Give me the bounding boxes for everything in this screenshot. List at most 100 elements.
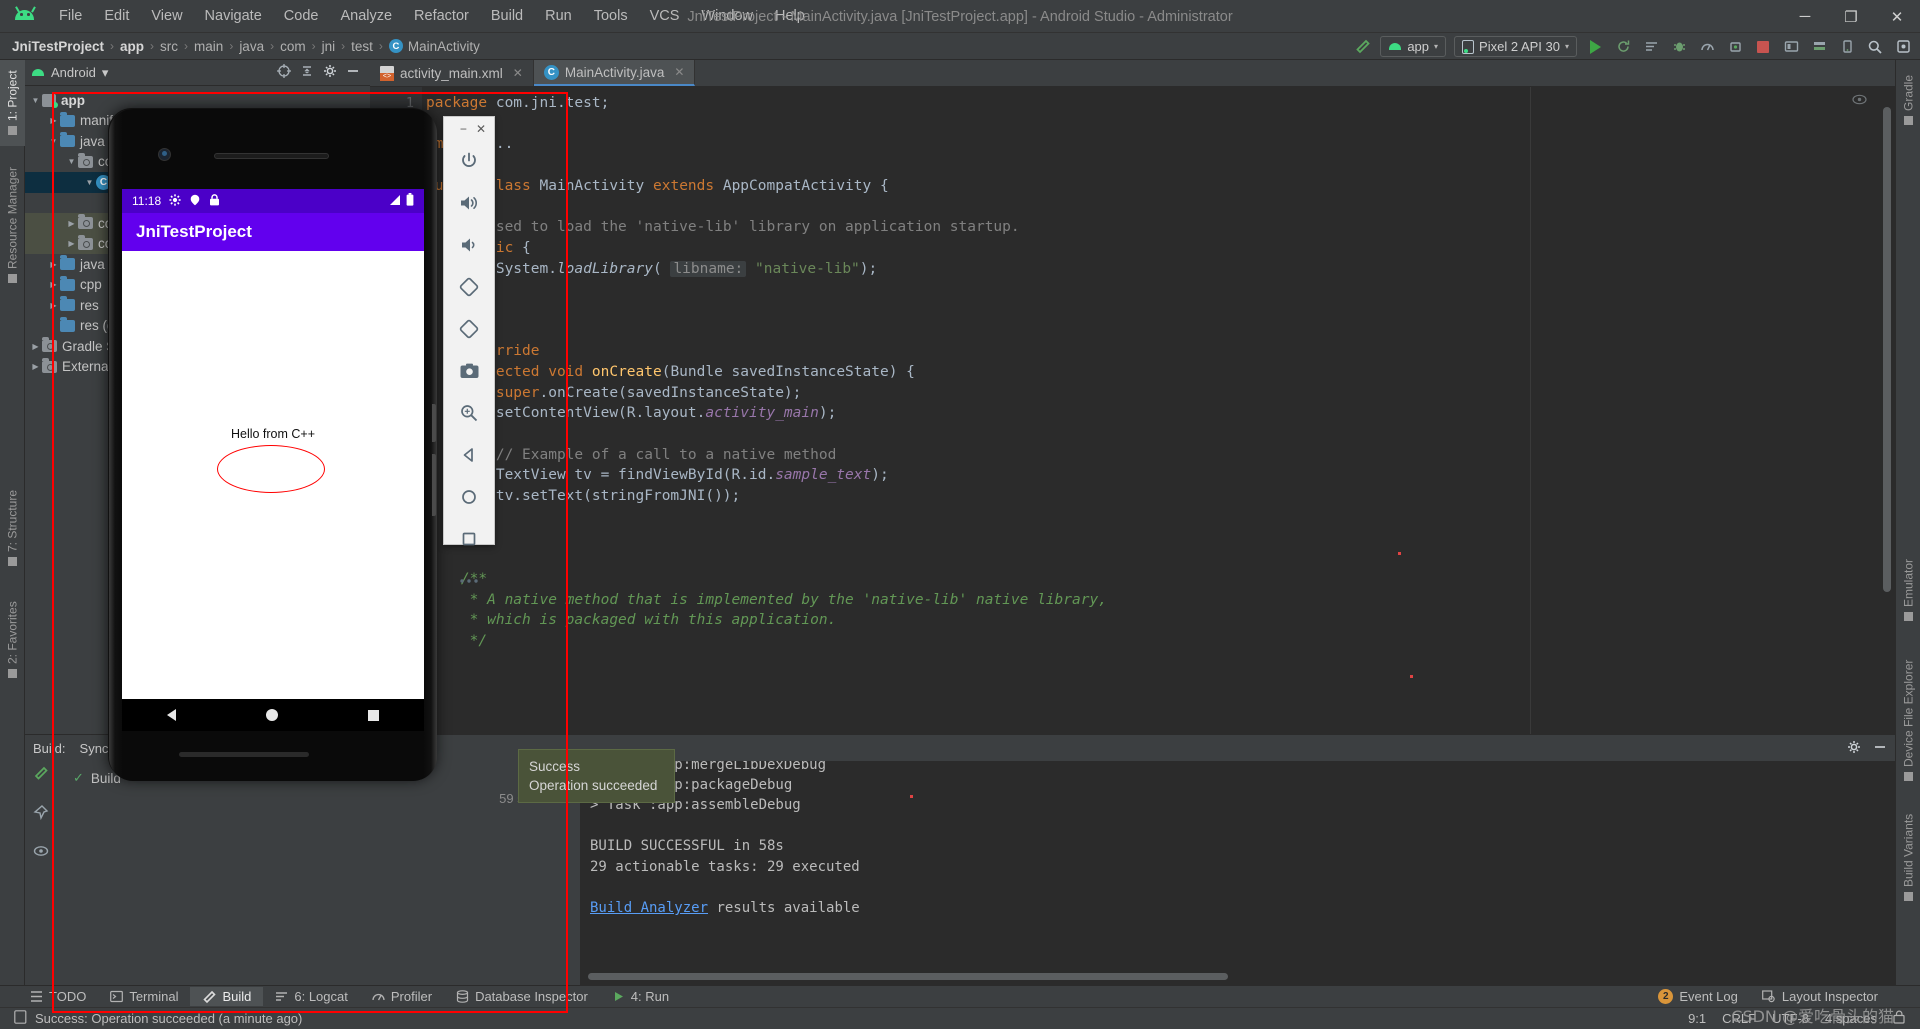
emulator-control-panel[interactable]: − ✕ bbox=[443, 116, 495, 583]
emulator-close-button[interactable]: ✕ bbox=[476, 122, 486, 136]
toolwindow-todo[interactable]: TODO bbox=[18, 987, 98, 1006]
close-button[interactable]: ✕ bbox=[1874, 0, 1920, 33]
overview-icon[interactable] bbox=[444, 518, 494, 560]
apply-changes-restart-icon[interactable] bbox=[1610, 36, 1636, 58]
menu-run[interactable]: Run bbox=[534, 4, 583, 28]
select-opened-file-icon[interactable] bbox=[277, 64, 291, 81]
expand-arrow-icon[interactable]: ▶ bbox=[65, 219, 78, 228]
screenshot-camera-icon[interactable] bbox=[444, 350, 494, 392]
breadcrumb-main[interactable]: main bbox=[194, 39, 223, 54]
toolwindow-logcat[interactable]: 6: Logcat bbox=[263, 987, 360, 1006]
sidebar-item-build-variants[interactable]: Build Variants bbox=[1896, 800, 1920, 915]
menu-view[interactable]: View bbox=[140, 4, 193, 28]
toolwindow-terminal[interactable]: Terminal bbox=[98, 987, 190, 1006]
sdk-manager-icon[interactable] bbox=[1806, 36, 1832, 58]
sidebar-item-device-file-explorer[interactable]: Device File Explorer bbox=[1896, 645, 1920, 795]
home-button-icon[interactable] bbox=[266, 709, 278, 721]
volume-down-icon[interactable] bbox=[444, 224, 494, 266]
breadcrumb-jni[interactable]: jni bbox=[322, 39, 336, 54]
search-icon[interactable] bbox=[1862, 36, 1888, 58]
pin-icon[interactable] bbox=[33, 804, 49, 825]
caret-position[interactable]: 9:1 bbox=[1688, 1011, 1706, 1026]
run-button[interactable] bbox=[1582, 36, 1608, 58]
menu-code[interactable]: Code bbox=[273, 4, 330, 28]
module-selector-dropdown[interactable]: app ▾ bbox=[1380, 36, 1447, 57]
device-selector-dropdown[interactable]: Pixel 2 API 30 ▾ bbox=[1454, 36, 1577, 57]
sidebar-item-resource-manager[interactable]: Resource Manager bbox=[0, 150, 25, 300]
hide-panel-icon[interactable] bbox=[346, 64, 360, 81]
profiler-icon[interactable] bbox=[1694, 36, 1720, 58]
rotate-right-icon[interactable] bbox=[444, 308, 494, 350]
tab-mainactivity-java[interactable]: C MainActivity.java ✕ bbox=[533, 60, 696, 86]
sidebar-item-favorites[interactable]: 2: Favorites bbox=[0, 585, 25, 695]
attach-debugger-icon[interactable] bbox=[1722, 36, 1748, 58]
menu-tools[interactable]: Tools bbox=[583, 4, 639, 28]
stop-button[interactable] bbox=[1750, 36, 1776, 58]
menu-help[interactable]: Help bbox=[764, 4, 816, 28]
menu-file[interactable]: File bbox=[48, 4, 93, 28]
sidebar-item-project[interactable]: 1: Project bbox=[0, 60, 25, 146]
recents-button-icon[interactable] bbox=[368, 709, 379, 721]
more-options-icon[interactable] bbox=[444, 560, 494, 602]
menu-refactor[interactable]: Refactor bbox=[403, 4, 480, 28]
expand-arrow-icon[interactable]: ▼ bbox=[47, 137, 60, 146]
chevron-down-icon[interactable]: ▾ bbox=[102, 65, 109, 81]
tab-activity-main-xml[interactable]: activity_main.xml ✕ bbox=[370, 60, 534, 86]
minimize-button[interactable]: ─ bbox=[1782, 0, 1828, 33]
sidebar-item-gradle[interactable]: Gradle bbox=[1896, 60, 1920, 140]
success-notification-balloon[interactable]: Success Operation succeeded bbox=[518, 749, 675, 803]
settings-gear-icon[interactable] bbox=[323, 64, 337, 81]
volume-up-icon[interactable] bbox=[444, 182, 494, 224]
toolwindow-database-inspector[interactable]: Database Inspector bbox=[444, 987, 600, 1006]
sidebar-item-structure[interactable]: 7: Structure bbox=[0, 475, 25, 580]
menu-edit[interactable]: Edit bbox=[93, 4, 140, 28]
menu-build[interactable]: Build bbox=[480, 4, 534, 28]
sidebar-item-emulator[interactable]: Emulator bbox=[1896, 540, 1920, 640]
breadcrumb-project[interactable]: JniTestProject bbox=[12, 39, 104, 54]
toolwindow-run[interactable]: 4: Run bbox=[600, 987, 681, 1006]
menu-analyze[interactable]: Analyze bbox=[329, 4, 403, 28]
back-icon[interactable] bbox=[444, 434, 494, 476]
rotate-left-icon[interactable] bbox=[444, 266, 494, 308]
expand-arrow-icon[interactable]: ▼ bbox=[83, 178, 96, 187]
build-tab-sync[interactable]: Sync bbox=[80, 741, 109, 756]
reader-mode-eye-icon[interactable] bbox=[1852, 93, 1867, 108]
code-editor[interactable]: 1 package com.jni.test;import ...public … bbox=[370, 87, 1895, 778]
close-icon[interactable]: ✕ bbox=[674, 65, 684, 79]
emulator-minimize-button[interactable]: − bbox=[460, 122, 467, 136]
menu-window[interactable]: Window bbox=[690, 4, 764, 28]
expand-arrow-icon[interactable]: ▶ bbox=[65, 239, 78, 248]
toolwindow-build[interactable]: Build bbox=[190, 987, 264, 1006]
expand-arrow-icon[interactable]: ▶ bbox=[47, 116, 60, 125]
source-code[interactable]: package com.jni.test;import ...public cl… bbox=[422, 87, 1895, 778]
settings-gear-icon[interactable] bbox=[1847, 740, 1861, 757]
volume-button-physical[interactable] bbox=[432, 454, 436, 516]
breadcrumb-java[interactable]: java bbox=[239, 39, 264, 54]
breadcrumb-mainactivity[interactable]: MainActivity bbox=[408, 39, 480, 54]
apply-code-changes-icon[interactable] bbox=[1638, 36, 1664, 58]
console-horizontal-scrollbar[interactable] bbox=[588, 973, 1228, 980]
build-analyzer-link[interactable]: Build Analyzer bbox=[590, 900, 708, 916]
breadcrumb-app[interactable]: app bbox=[120, 39, 144, 54]
read-write-lock-icon[interactable] bbox=[1893, 1010, 1906, 1027]
expand-arrow-icon[interactable]: ▶ bbox=[29, 342, 42, 351]
expand-arrow-icon[interactable]: ▶ bbox=[47, 280, 60, 289]
emulator-window[interactable]: 11:18 JniTestProject Hello from C++ bbox=[108, 108, 437, 781]
breadcrumb-com[interactable]: com bbox=[280, 39, 306, 54]
editor-scrollbar[interactable] bbox=[1883, 107, 1891, 592]
build-hammer-icon[interactable] bbox=[33, 765, 49, 786]
settings-gear-icon[interactable] bbox=[1890, 36, 1916, 58]
expand-arrow-icon[interactable]: ▶ bbox=[47, 260, 60, 269]
build-output-console[interactable]: > Task :app:mergeLibDexDebug > Task :app… bbox=[580, 761, 1895, 985]
close-icon[interactable]: ✕ bbox=[513, 66, 523, 80]
avd-manager-icon[interactable] bbox=[1834, 36, 1860, 58]
notification-icon[interactable] bbox=[14, 1010, 27, 1027]
expand-arrow-icon[interactable]: ▼ bbox=[65, 157, 78, 166]
expand-arrow-icon[interactable]: ▶ bbox=[29, 362, 42, 371]
debug-icon[interactable] bbox=[1666, 36, 1692, 58]
expand-arrow-icon[interactable]: ▶ bbox=[47, 301, 60, 310]
emulator-screen[interactable]: 11:18 JniTestProject Hello from C++ bbox=[122, 189, 424, 701]
collapse-all-icon[interactable] bbox=[300, 64, 314, 81]
maximize-button[interactable]: ❐ bbox=[1828, 0, 1874, 33]
breadcrumb-src[interactable]: src bbox=[160, 39, 178, 54]
